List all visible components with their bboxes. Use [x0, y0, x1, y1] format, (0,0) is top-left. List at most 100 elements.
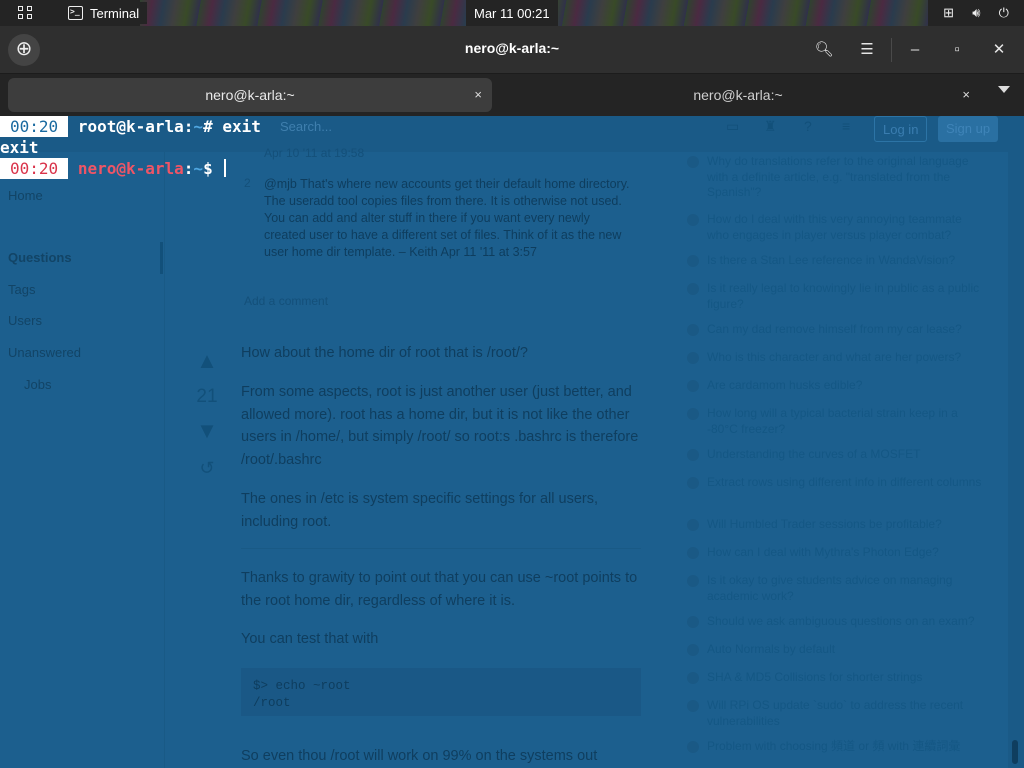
- active-app-name: Terminal: [90, 5, 140, 21]
- site-icon: [687, 255, 699, 267]
- hot-question: Extract rows using different info in dif…: [683, 475, 983, 491]
- site-icon: [687, 324, 699, 336]
- minimize-icon: –: [910, 41, 920, 58]
- close-window-button[interactable]: ✕: [985, 36, 1013, 64]
- hot-question: Understanding the curves of a MOSFET: [683, 447, 983, 463]
- site-icon: [687, 156, 699, 168]
- hot-question: Will RPi OS update `sudo` to address the…: [683, 698, 983, 729]
- hamburger-menu-icon: ☰: [860, 41, 874, 58]
- terminal-icon: >_: [68, 6, 83, 20]
- prompt-path: ~: [193, 117, 204, 136]
- site-icon: [687, 352, 699, 364]
- close-icon: ✕: [992, 41, 1006, 58]
- tab-close-icon[interactable]: ×: [962, 78, 970, 112]
- upvote-icon: ▲: [196, 348, 218, 373]
- hot-question: Who is this character and what are her p…: [683, 350, 983, 366]
- answer-paragraph: Thanks to grawity to point out that you …: [241, 570, 638, 609]
- search-icon: 🔍︎: [814, 41, 834, 58]
- site-icon: [687, 616, 699, 628]
- terminal-scrollbar[interactable]: [1008, 116, 1024, 768]
- hot-question: Should we ask ambiguous questions on an …: [683, 614, 983, 630]
- prompt-symbol: $: [203, 159, 213, 178]
- code-block: $> echo ~root /root: [241, 668, 641, 716]
- prompt-path: ~: [193, 159, 204, 178]
- site-icon: [687, 519, 699, 531]
- network-icon: ⊞: [943, 5, 954, 20]
- answer-paragraph: The ones in /etc is system specific sett…: [241, 491, 598, 530]
- site-icon: [687, 283, 699, 295]
- site-icon: [687, 477, 699, 489]
- site-search-input: Search...: [280, 119, 333, 134]
- site-icon: [687, 575, 699, 587]
- comment-text: @mjb That's where new accounts get their…: [264, 177, 630, 259]
- hot-question: Why do translations refer to the origina…: [683, 154, 983, 201]
- history-icon: ↺: [199, 458, 215, 478]
- hot-question: How can I deal with Mythra's Photon Edge…: [683, 545, 983, 561]
- tab-2[interactable]: nero@k-arla:~ ×: [496, 78, 980, 112]
- minimize-button[interactable]: –: [901, 36, 929, 64]
- command-text: exit: [212, 117, 261, 136]
- hot-question: Is it okay to give students advice on ma…: [683, 573, 983, 604]
- prompt-user-host: nero@k-arla: [77, 159, 184, 178]
- tab-label: nero@k-arla:~: [693, 87, 783, 103]
- hot-question: Problem with choosing 頻道 or 頻 with 連續詞彙: [683, 739, 983, 755]
- tab-1[interactable]: nero@k-arla:~ ×: [8, 78, 492, 112]
- active-app-indicator[interactable]: >_ Terminal: [62, 2, 148, 24]
- window-header-bar: ⊕ nero@k-arla:~ 🔍︎ ☰ – ▫ ✕: [0, 26, 1024, 74]
- apps-grid-icon[interactable]: [18, 6, 34, 20]
- prompt-symbol: #: [203, 117, 213, 136]
- nav-questions: Questions: [8, 250, 72, 265]
- clock[interactable]: Mar 11 00:21: [466, 0, 558, 26]
- site-icon: [687, 547, 699, 559]
- nav-tags: Tags: [8, 282, 36, 297]
- hot-question: How do I deal with this very annoying te…: [683, 212, 983, 243]
- prompt-user-host: root@k-arla: [77, 117, 184, 136]
- comment-score: 2: [244, 176, 251, 190]
- text-cursor: [224, 159, 227, 177]
- vote-count: 21: [196, 386, 218, 407]
- time-badge: 00:20: [0, 116, 69, 137]
- hot-question: Can my dad remove himself from my car le…: [683, 322, 983, 338]
- help-icon: ?: [804, 118, 812, 134]
- trophy-icon: ♜: [764, 118, 777, 134]
- answer-paragraph: How about the home dir of root that is /…: [241, 345, 528, 361]
- code-line: $> echo ~root: [253, 679, 351, 693]
- hot-question: Will Humbled Trader sessions be profitab…: [683, 517, 983, 533]
- divider: [241, 548, 641, 549]
- background-web-page: Search... ▭ ♜ ? ≡ Log in Sign up Home Qu…: [0, 116, 1024, 768]
- maximize-icon: ▫: [954, 41, 960, 58]
- signup-button: Sign up: [938, 116, 999, 142]
- site-icon: [687, 700, 699, 712]
- maximize-button[interactable]: ▫: [943, 36, 971, 64]
- answer-paragraph: So even thou /root will work on 99% on t…: [241, 748, 598, 764]
- tab-bar: nero@k-arla:~ × nero@k-arla:~ ×: [0, 74, 1024, 116]
- site-icon: [687, 408, 699, 420]
- nav-unanswered: Unanswered: [8, 345, 81, 360]
- scrollbar-thumb[interactable]: [1012, 740, 1018, 764]
- downvote-icon: ▼: [196, 418, 218, 443]
- site-icon: [687, 672, 699, 684]
- system-top-bar: >_ Terminal Mar 11 00:21 ⊞ 🔊︎ ⏻: [0, 0, 1024, 26]
- answer-paragraph: You can test that with: [241, 631, 379, 647]
- site-icon: [687, 214, 699, 226]
- search-button[interactable]: 🔍︎: [810, 36, 838, 64]
- terminal-view[interactable]: Search... ▭ ♜ ? ≡ Log in Sign up Home Qu…: [0, 116, 1024, 768]
- site-icon: [687, 741, 699, 753]
- hot-question: Auto Normals by default: [683, 642, 983, 658]
- power-icon: ⏻: [998, 5, 1009, 20]
- menu-button[interactable]: ☰: [853, 36, 881, 64]
- site-icon: [687, 449, 699, 461]
- system-menu[interactable]: ⊞ 🔊︎ ⏻: [928, 0, 1024, 26]
- terminal-line-output: exit: [0, 137, 39, 158]
- terminal-line-root-prompt: 00:20 root@k-arla:~# exit: [0, 116, 261, 137]
- clock-text: Mar 11 00:21: [474, 5, 550, 21]
- hot-question: How long will a typical bacterial strain…: [683, 406, 983, 437]
- volume-icon: 🔊︎: [972, 5, 981, 20]
- nav-users: Users: [8, 313, 42, 328]
- terminal-line-user-prompt: 00:20 nero@k-arla:~$: [0, 158, 227, 179]
- site-icon: [687, 644, 699, 656]
- site-left-nav: Home Questions Tags Users Unanswered Job…: [0, 152, 165, 768]
- tab-close-icon[interactable]: ×: [474, 78, 482, 112]
- login-button: Log in: [874, 116, 928, 142]
- tab-overflow-chevron-down-icon[interactable]: [998, 86, 1010, 93]
